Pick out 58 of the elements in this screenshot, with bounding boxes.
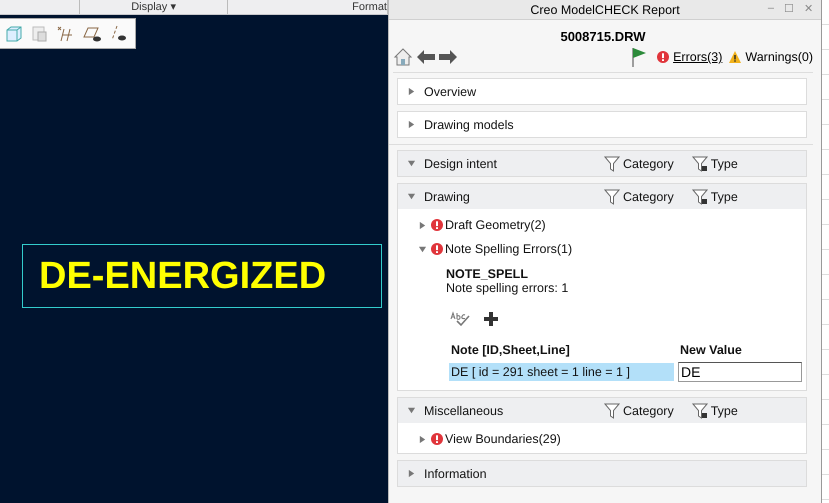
ribbon-tab[interactable]: Display ▾ — [80, 0, 228, 14]
filter-button[interactable]: Type — [692, 402, 738, 418]
section-header[interactable]: Miscellaneous Category Type — [398, 398, 806, 423]
spell-check-icon[interactable] — [450, 311, 472, 327]
error-icon — [431, 433, 443, 445]
filter-button[interactable]: Category — [604, 156, 674, 172]
new-value-field[interactable]: DE — [678, 362, 802, 382]
funnel-icon[interactable] — [604, 402, 620, 418]
expanded-triangle-icon[interactable] — [407, 159, 416, 168]
warnings-link[interactable]: Warnings(0) — [745, 50, 813, 64]
plus-icon[interactable] — [484, 312, 498, 326]
column-header: New Value — [679, 342, 743, 359]
check-item[interactable]: Draft Geometry(2) — [445, 218, 546, 232]
warning-icon — [729, 51, 742, 63]
window-title: Creo ModelCHECK Report — [530, 2, 680, 16]
file-name: 5008715.DRW — [559, 29, 647, 44]
filter-button[interactable]: Type — [692, 156, 738, 172]
funnel-type-icon[interactable] — [692, 188, 708, 204]
funnel-icon[interactable] — [604, 156, 620, 172]
error-icon — [657, 51, 670, 63]
section-title: Design intent — [424, 156, 498, 170]
collapsed-triangle-icon[interactable] — [418, 434, 427, 444]
section-title: Overview — [424, 84, 478, 98]
section-title: Information — [424, 466, 488, 480]
home-icon[interactable] — [393, 47, 413, 67]
back-arrow-icon[interactable] — [417, 50, 435, 64]
funnel-type-icon[interactable] — [692, 402, 708, 418]
section-header[interactable]: Information — [398, 461, 806, 486]
section-title: Drawing models — [424, 118, 515, 132]
collapsed-triangle-icon[interactable] — [418, 220, 427, 230]
check-item[interactable]: Note Spelling Errors(1) — [445, 242, 572, 256]
section-title: Miscellaneous — [424, 404, 504, 418]
filter-button[interactable]: Type — [692, 188, 738, 204]
expanded-triangle-icon[interactable] — [407, 192, 416, 201]
collapsed-triangle-icon[interactable] — [407, 120, 416, 129]
funnel-icon[interactable] — [604, 188, 620, 204]
filter-button[interactable]: Category — [604, 402, 674, 418]
cube-icon[interactable] — [4, 24, 24, 44]
expanded-triangle-icon[interactable] — [407, 406, 416, 415]
drawing-note: DE-ENERGIZED — [22, 244, 382, 308]
section-header[interactable]: Design intent Category Type — [398, 151, 806, 176]
errors-link[interactable]: Errors(3) — [673, 50, 722, 64]
filter-button[interactable]: Category — [604, 188, 674, 204]
check-description: Note spelling errors: 1 — [446, 281, 570, 295]
table-cell[interactable]: DE [ id = 291 sheet = 1 line = 1 ] — [449, 363, 674, 381]
check-item[interactable]: View Boundaries(29) — [445, 432, 561, 446]
error-icon — [431, 243, 443, 255]
section-header[interactable]: Drawing Category Type — [398, 184, 806, 209]
expanded-triangle-icon[interactable] — [418, 244, 427, 254]
collapsed-triangle-icon[interactable] — [407, 469, 416, 478]
error-icon — [431, 219, 443, 231]
collapsed-triangle-icon[interactable] — [407, 87, 416, 96]
forward-arrow-icon[interactable] — [439, 50, 457, 64]
funnel-type-icon[interactable] — [692, 156, 708, 172]
check-name: NOTE_SPELL — [446, 267, 529, 281]
section-title: Drawing — [424, 190, 471, 204]
column-header: Note [ID,Sheet,Line] — [450, 342, 571, 359]
flag-icon — [631, 47, 648, 67]
